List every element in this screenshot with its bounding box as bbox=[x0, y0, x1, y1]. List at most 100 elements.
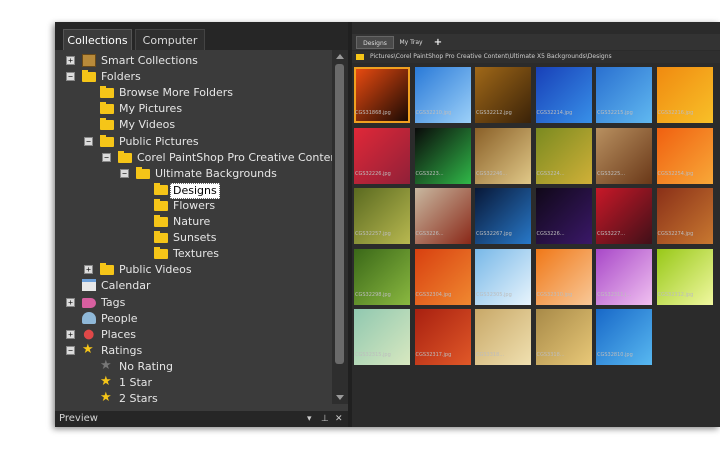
thumbnail-caption: CGS3223... bbox=[415, 170, 444, 177]
thumbnail-caption: CGS3226... bbox=[415, 231, 444, 237]
tree-item[interactable]: Designs bbox=[55, 182, 332, 199]
tree-item-label: My Videos bbox=[119, 118, 176, 132]
add-tab-button[interactable]: + bbox=[432, 36, 444, 49]
tree-item[interactable]: + ⬤ Places bbox=[55, 327, 332, 343]
add-folder-icon bbox=[100, 86, 114, 99]
collapse-icon[interactable]: − bbox=[66, 345, 75, 355]
tree-item-label: Flowers bbox=[173, 198, 216, 212]
folder-icon bbox=[136, 166, 150, 179]
tree-item-label: Folders bbox=[101, 70, 141, 84]
thumbnail-caption: CGS32212.jpg bbox=[476, 110, 512, 116]
tree-item[interactable]: + Tags bbox=[55, 295, 332, 311]
scroll-thumb[interactable] bbox=[335, 64, 344, 364]
collapse-icon[interactable]: − bbox=[66, 72, 75, 82]
thumbnail-caption: CGS32312.jpg bbox=[657, 291, 694, 298]
tree-item[interactable]: − Ultimate Backgrounds bbox=[55, 166, 332, 182]
pane-tab-bar: Collections Computer bbox=[55, 22, 348, 50]
tree-item[interactable]: Nature bbox=[55, 214, 332, 230]
scroll-up-icon[interactable] bbox=[336, 54, 344, 59]
tree-item-label: No Rating bbox=[119, 359, 173, 373]
thumbnail-caption: CGS32274.jpg bbox=[657, 231, 694, 237]
folder-icon bbox=[154, 182, 168, 195]
expand-icon[interactable]: + bbox=[66, 56, 75, 65]
star-icon: ★ bbox=[100, 374, 112, 389]
tree-item[interactable]: − Public Pictures bbox=[55, 134, 332, 150]
tree-item-label: Calendar bbox=[101, 279, 151, 293]
thumbnail-caption: CGS32315.jpg bbox=[355, 352, 391, 358]
navigation-tree: + Smart Collections − Folders Browse More Fo… bbox=[55, 50, 342, 407]
thumbnail-caption: CGS32810.jpg bbox=[597, 352, 633, 358]
tree-item[interactable]: − ★ Ratings bbox=[55, 343, 332, 359]
folder-path-bar: Pictures\Corel PaintShop Pro Creative Co… bbox=[352, 51, 720, 63]
tree-item-label: Sunsets bbox=[173, 231, 217, 245]
folder-icon bbox=[100, 118, 114, 131]
dropdown-icon[interactable]: ▾ bbox=[307, 411, 312, 427]
thumbnail-caption: CGS32216.jpg bbox=[657, 110, 694, 116]
scroll-down-icon[interactable] bbox=[336, 395, 344, 400]
thumbnail-caption: CGS32317.jpg bbox=[415, 352, 452, 358]
tree-item-label: Textures bbox=[173, 247, 219, 261]
folder-icon bbox=[118, 150, 132, 163]
tab-my-tray[interactable]: My Tray bbox=[398, 36, 424, 49]
tree-item-label: 2 Stars bbox=[119, 392, 158, 406]
collapse-icon[interactable]: − bbox=[120, 168, 129, 178]
folder-icon bbox=[154, 231, 168, 244]
tree-item-label: My Pictures bbox=[119, 102, 183, 116]
tree-item-label: Smart Collections bbox=[101, 54, 198, 67]
tree-item[interactable]: ★ No Rating bbox=[55, 359, 332, 375]
folder-path: Pictures\Corel PaintShop Pro Creative Co… bbox=[370, 53, 612, 60]
thumbnail-caption: CGS3224... bbox=[536, 170, 565, 177]
thumbnail-pane: Designs (33) My Tray + Pictures\Corel Pa… bbox=[352, 22, 720, 427]
thumbnail-caption: CGS32305.jpg bbox=[476, 291, 512, 298]
folder-icon bbox=[154, 247, 168, 260]
collections-pane: Collections Computer + Smart Collections −… bbox=[55, 22, 348, 427]
thumbnail-caption: CGS32210.jpg bbox=[415, 110, 452, 116]
thumbnail-caption: CGS31868.jpg bbox=[355, 110, 391, 116]
tree-item[interactable]: My Pictures bbox=[55, 101, 332, 117]
folder-icon bbox=[154, 215, 168, 227]
tree-item[interactable]: ★ 2 Stars bbox=[55, 391, 332, 407]
tab-designs[interactable]: Designs (33) bbox=[356, 36, 394, 60]
tree-scrollbar[interactable] bbox=[332, 50, 348, 404]
tab-collections[interactable]: Collections bbox=[63, 29, 132, 50]
tree-item[interactable]: Browse More Folders bbox=[55, 85, 332, 101]
folder-icon bbox=[356, 54, 364, 60]
expand-icon[interactable]: + bbox=[84, 265, 93, 275]
star-outline-icon: ★ bbox=[100, 357, 112, 373]
app-window: Collections Computer + Smart Collections −… bbox=[55, 22, 720, 427]
tree-item[interactable]: Sunsets bbox=[55, 230, 332, 246]
tree-item-label: Designs bbox=[170, 182, 220, 199]
tree-item-label: Places bbox=[101, 327, 136, 341]
tree-item[interactable]: Textures bbox=[55, 246, 332, 262]
tree-item-label: 1 Star bbox=[119, 376, 153, 389]
collapse-icon[interactable]: − bbox=[84, 136, 93, 146]
tree-item-label: Ultimate Backgrounds bbox=[155, 166, 277, 180]
collapse-icon[interactable]: − bbox=[102, 152, 111, 162]
tree-item-label: Corel PaintShop Pro Creative Content bbox=[137, 150, 342, 164]
expand-icon[interactable]: + bbox=[66, 329, 75, 339]
expand-icon[interactable]: + bbox=[66, 297, 75, 307]
thumbnail-caption: CGS32298.jpg bbox=[355, 291, 391, 298]
tree-item[interactable]: + Smart Collections bbox=[55, 53, 332, 69]
tree-item[interactable]: Calendar bbox=[55, 278, 332, 294]
tree-item[interactable]: − Folders bbox=[55, 69, 332, 85]
tree-item[interactable]: People bbox=[55, 311, 332, 327]
thumbnail-caption: CGS32304.jpg bbox=[415, 291, 452, 298]
thumbnail-caption: CGS32311.j... bbox=[597, 291, 632, 298]
pin-icon[interactable]: ⊥ bbox=[321, 411, 329, 427]
thumbnail-caption: CGS32246... bbox=[476, 170, 508, 177]
tab-computer[interactable]: Computer bbox=[135, 29, 205, 50]
folder-icon bbox=[82, 70, 96, 83]
tree-item-label: Browse More Folders bbox=[119, 86, 234, 100]
tree-item[interactable]: ★ 1 Star bbox=[55, 375, 332, 391]
close-icon[interactable]: ✕ bbox=[335, 411, 343, 427]
thumbnail-caption: CGS3318... bbox=[476, 352, 505, 358]
star-icon: ★ bbox=[82, 341, 94, 357]
tray-tab-bar: Designs (33) My Tray + bbox=[352, 34, 720, 60]
folder-icon bbox=[100, 102, 114, 115]
tree-item[interactable]: − Corel PaintShop Pro Creative Content bbox=[55, 150, 342, 166]
tree-item[interactable]: + Public Videos bbox=[55, 262, 332, 278]
tree-item[interactable]: My Videos bbox=[55, 117, 332, 133]
tree-item[interactable]: Flowers bbox=[55, 198, 332, 214]
thumbnail-caption: CGS32310.jpg bbox=[536, 291, 573, 298]
